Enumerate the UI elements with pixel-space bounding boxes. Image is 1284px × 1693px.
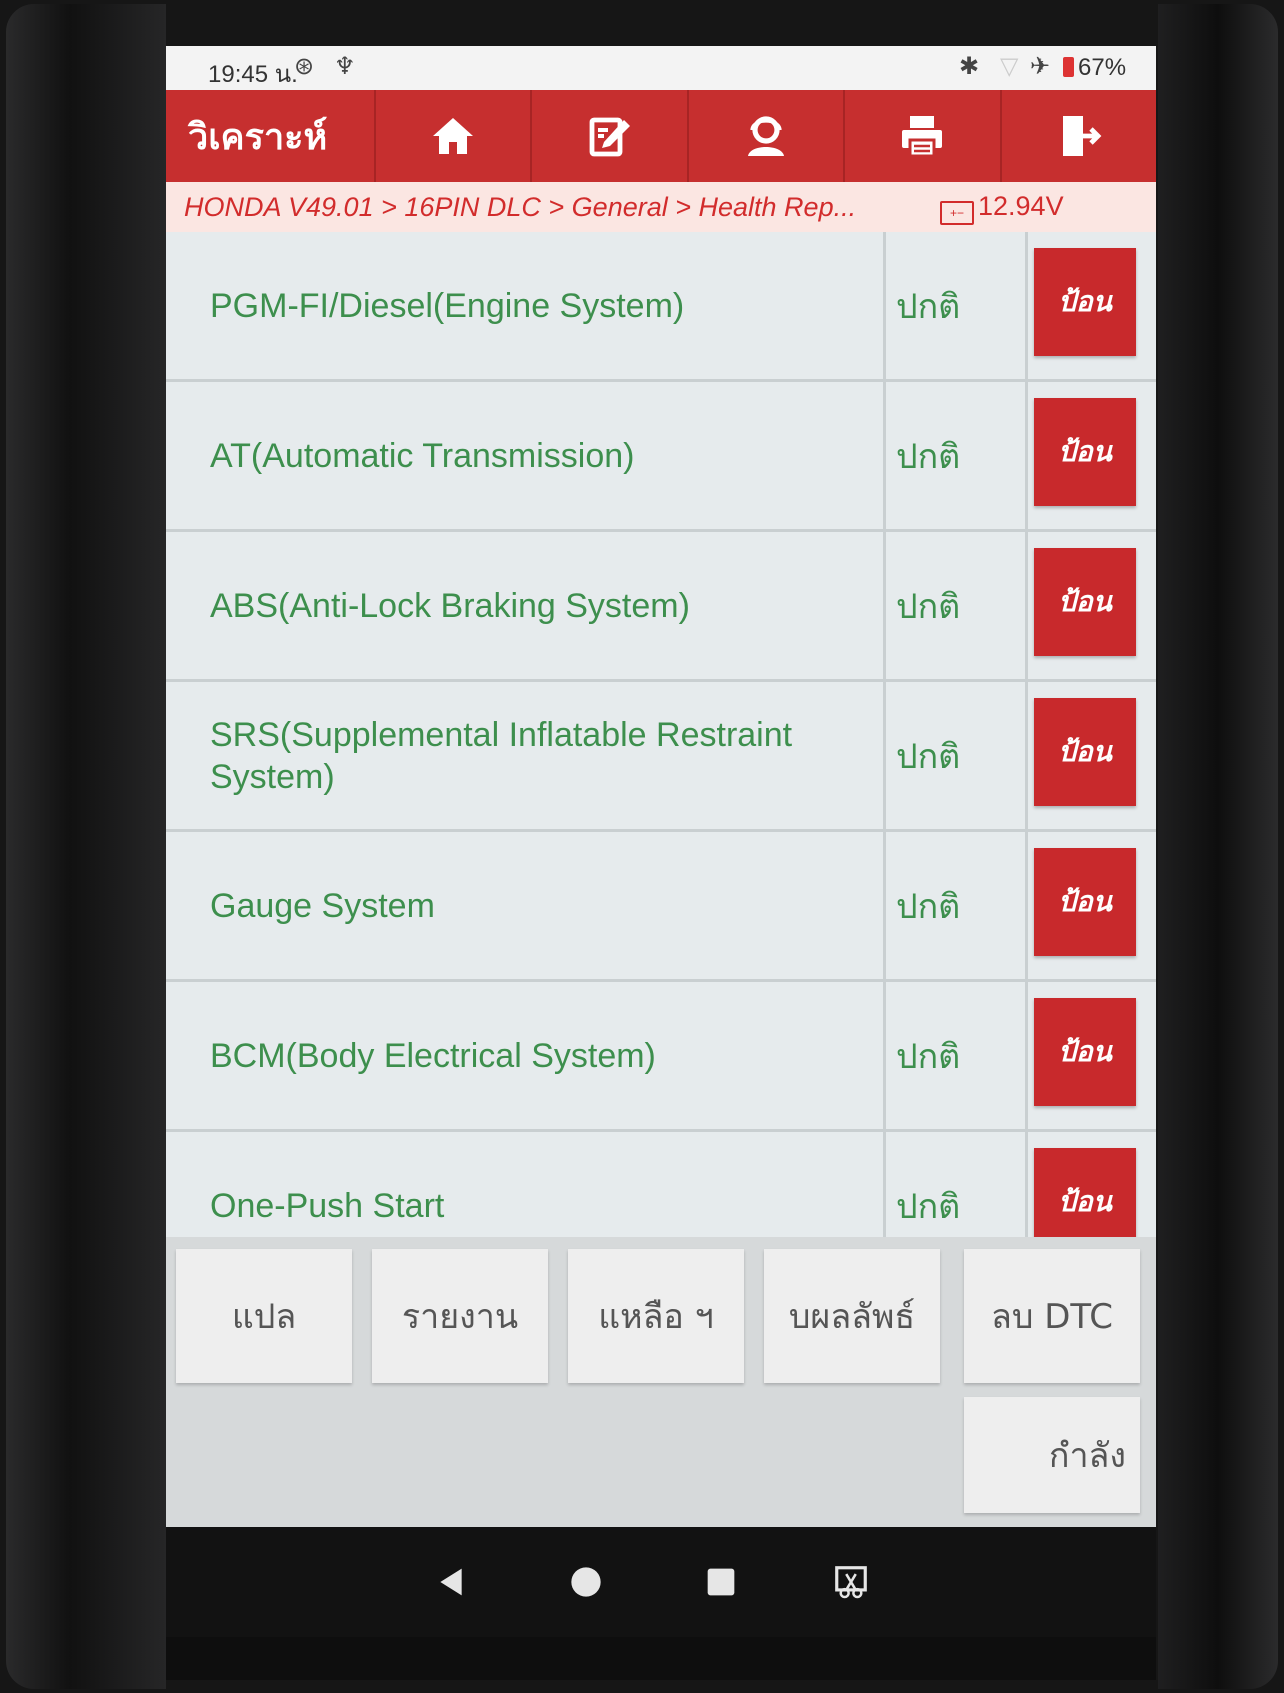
stethoscope-icon: ♆ — [334, 52, 356, 80]
recents-icon — [707, 1568, 735, 1596]
exit-button[interactable] — [1002, 90, 1156, 182]
main-toolbar: วิเคราะห์ — [166, 90, 1156, 182]
assistant-icon: ⊛ — [294, 52, 315, 80]
save-result-button[interactable]: บผลลัพธ์ — [764, 1249, 940, 1383]
back-button[interactable] — [426, 1557, 476, 1607]
device-bezel-left — [6, 4, 166, 1689]
system-name: PGM-FI/Diesel(Engine System) — [166, 232, 886, 379]
toolbar-title: วิเคราะห์ — [166, 90, 376, 182]
remaining-button[interactable]: แหลือ ฯ — [568, 1249, 744, 1383]
exit-icon — [1062, 116, 1102, 156]
device-screen: 19:45 น. ⊛ ♆ ✱ ▽ ✈ 67% วิเคราะห์ HONDA V… — [166, 46, 1156, 1680]
enter-button[interactable]: ป้อน — [1034, 848, 1136, 956]
processing-button[interactable]: กำลัง — [964, 1397, 1140, 1513]
screenshot-button[interactable] — [826, 1557, 876, 1607]
report-button[interactable]: รายงาน — [372, 1249, 548, 1383]
enter-button[interactable]: ป้อน — [1034, 998, 1136, 1106]
list-item: PGM-FI/Diesel(Engine System) ปกติ ป้อน — [166, 232, 1156, 382]
list-item: AT(Automatic Transmission) ปกติ ป้อน — [166, 382, 1156, 532]
enter-button[interactable]: ป้อน — [1034, 548, 1136, 656]
edit-button[interactable] — [532, 90, 689, 182]
system-name: One-Push Start — [166, 1132, 886, 1237]
bluetooth-icon: ✱ — [959, 52, 980, 80]
enter-button[interactable]: ป้อน — [1034, 248, 1136, 356]
airplane-icon: ✈ — [1030, 52, 1051, 80]
car-battery-icon: +− — [940, 201, 974, 225]
system-status: ปกติ — [886, 1132, 1028, 1237]
list-item: Gauge System ปกติ ป้อน — [166, 832, 1156, 982]
screenshot-icon — [835, 1566, 867, 1599]
wifi-icon: ▽ — [1000, 52, 1019, 80]
system-status: ปกติ — [886, 982, 1028, 1129]
edit-icon — [589, 117, 630, 157]
enter-button[interactable]: ป้อน — [1034, 698, 1136, 806]
support-button[interactable] — [689, 90, 846, 182]
list-item: BCM(Body Electrical System) ปกติ ป้อน — [166, 982, 1156, 1132]
back-icon — [440, 1568, 462, 1596]
recents-button[interactable] — [696, 1557, 746, 1607]
list-item: ABS(Anti-Lock Braking System) ปกติ ป้อน — [166, 532, 1156, 682]
bottom-action-panel: แปล รายงาน แหลือ ฯ บผลลัพธ์ ลบ DTC กำลัง — [166, 1237, 1156, 1527]
home-button[interactable] — [376, 90, 533, 182]
list-item: SRS(Supplemental Inflatable Restraint Sy… — [166, 682, 1156, 832]
list-item: One-Push Start ปกติ ป้อน — [166, 1132, 1156, 1237]
system-status: ปกติ — [886, 832, 1028, 979]
navigation-bar — [166, 1527, 1156, 1637]
system-name: Gauge System — [166, 832, 886, 979]
home-icon — [433, 118, 474, 154]
system-status: ปกติ — [886, 232, 1028, 379]
home-circle-icon — [571, 1567, 601, 1597]
print-button[interactable] — [845, 90, 1002, 182]
enter-button[interactable]: ป้อน — [1034, 398, 1136, 506]
system-status: ปกติ — [886, 382, 1028, 529]
voltage-value: 12.94V — [978, 191, 1064, 221]
print-icon — [902, 116, 943, 158]
breadcrumb-path: HONDA V49.01 > 16PIN DLC > General > Hea… — [184, 192, 857, 222]
clear-dtc-button[interactable]: ลบ DTC — [964, 1249, 1140, 1383]
enter-button[interactable]: ป้อน — [1034, 1148, 1136, 1237]
status-bar: 19:45 น. ⊛ ♆ ✱ ▽ ✈ 67% — [166, 46, 1156, 90]
battery-icon — [1063, 57, 1074, 77]
system-status: ปกติ — [886, 682, 1028, 829]
translate-button[interactable]: แปล — [176, 1249, 352, 1383]
breadcrumb: HONDA V49.01 > 16PIN DLC > General > Hea… — [166, 182, 1156, 232]
system-name: AT(Automatic Transmission) — [166, 382, 886, 529]
system-status: ปกติ — [886, 532, 1028, 679]
home-nav-button[interactable] — [561, 1557, 611, 1607]
battery-voltage: +− 12.94V — [940, 191, 1064, 225]
system-name: BCM(Body Electrical System) — [166, 982, 886, 1129]
battery-level: 67% — [1078, 54, 1127, 81]
device-bezel-right — [1158, 4, 1278, 1689]
status-time: 19:45 น. — [208, 61, 298, 88]
system-name: ABS(Anti-Lock Braking System) — [166, 532, 886, 679]
system-list[interactable]: PGM-FI/Diesel(Engine System) ปกติ ป้อน A… — [166, 232, 1156, 1237]
support-icon — [748, 116, 785, 156]
battery-status: 67% — [1063, 54, 1126, 82]
system-name: SRS(Supplemental Inflatable Restraint Sy… — [166, 682, 886, 829]
